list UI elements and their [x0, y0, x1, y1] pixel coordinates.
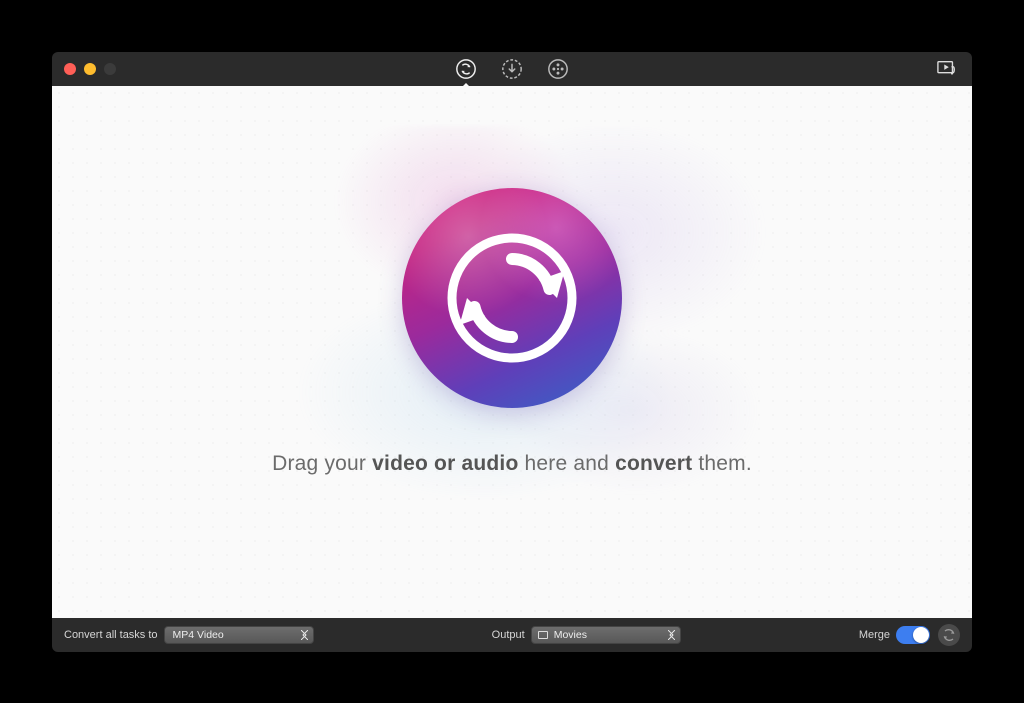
output-block: Output Movies	[492, 626, 681, 644]
tab-movie[interactable]	[547, 58, 569, 80]
toolbar-right	[936, 58, 958, 80]
zoom-window-button[interactable]	[104, 63, 116, 75]
tab-convert[interactable]	[455, 58, 477, 80]
merge-block: Merge	[859, 626, 930, 644]
convert-all-select[interactable]: MP4 Video	[164, 626, 314, 644]
instruction-bold-convert: convert	[615, 452, 692, 475]
convert-all-value: MP4 Video	[173, 629, 224, 641]
titlebar	[52, 52, 972, 86]
instruction-suffix: them.	[692, 452, 752, 475]
instruction-prefix: Drag your	[272, 452, 372, 475]
convert-icon	[455, 58, 477, 80]
hero-convert-icon	[402, 188, 622, 408]
output-label: Output	[492, 629, 525, 641]
output-value: Movies	[554, 629, 587, 641]
media-library-button[interactable]	[936, 58, 958, 80]
movie-icon	[547, 58, 569, 80]
app-window: Drag your video or audio here and conver…	[52, 52, 972, 652]
drop-zone[interactable]: Drag your video or audio here and conver…	[52, 86, 972, 618]
convert-all-block: Convert all tasks to MP4 Video	[64, 626, 314, 644]
convert-small-icon	[941, 627, 957, 643]
download-icon	[501, 58, 523, 80]
footer-bar: Convert all tasks to MP4 Video Output Mo…	[52, 618, 972, 652]
traffic-lights	[52, 63, 116, 75]
instruction-bold-media: video or audio	[372, 452, 518, 475]
output-select[interactable]: Movies	[531, 626, 681, 644]
minimize-window-button[interactable]	[84, 63, 96, 75]
cycle-arrows-icon	[437, 223, 587, 373]
toolbar-tabs	[455, 58, 569, 80]
close-window-button[interactable]	[64, 63, 76, 75]
media-library-icon	[936, 59, 958, 79]
convert-all-label: Convert all tasks to	[64, 629, 158, 641]
instruction-text: Drag your video or audio here and conver…	[272, 452, 752, 476]
merge-label: Merge	[859, 629, 890, 641]
tab-download[interactable]	[501, 58, 523, 80]
folder-icon	[538, 631, 548, 639]
start-convert-button[interactable]	[938, 624, 960, 646]
instruction-mid: here and	[518, 452, 615, 475]
merge-toggle[interactable]	[896, 626, 930, 644]
